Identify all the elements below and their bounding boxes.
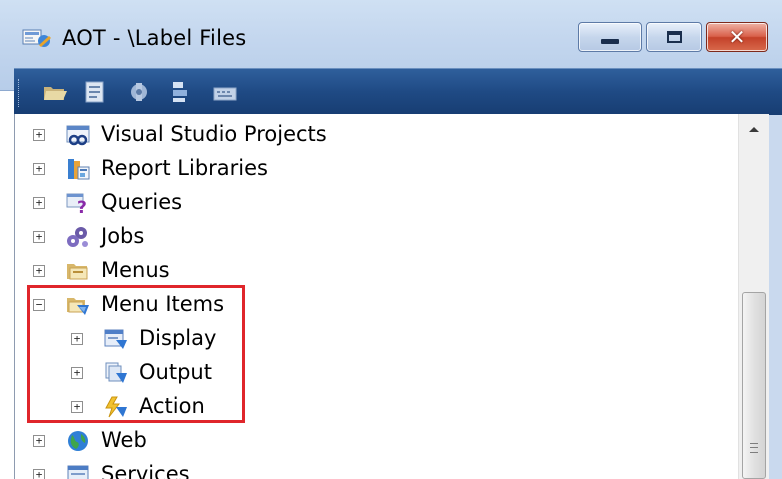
expand-toggle[interactable]: +: [33, 129, 45, 141]
tree-node-services[interactable]: + Services: [15, 458, 715, 479]
tree-node-jobs[interactable]: + Jobs: [15, 220, 715, 254]
vertical-scrollbar[interactable]: [738, 114, 769, 479]
minimize-button[interactable]: [578, 22, 642, 52]
expand-toggle[interactable]: +: [33, 231, 45, 243]
toolbar-grip[interactable]: [18, 79, 21, 107]
tree-node-report-libraries[interactable]: + Report Libraries: [15, 152, 715, 186]
aot-tree-view[interactable]: + Visual Studio Projects + Report Librar…: [14, 114, 739, 479]
window-title: AOT - \Label Files: [62, 26, 247, 50]
tree-node-label: Visual Studio Projects: [101, 122, 327, 146]
vs-projects-icon: [65, 123, 91, 147]
expand-toggle[interactable]: +: [33, 163, 45, 175]
close-button[interactable]: ✕: [706, 22, 768, 52]
window-frame-right: [768, 90, 782, 479]
scroll-thumb[interactable]: [742, 292, 766, 479]
jobs-icon: [65, 225, 91, 249]
tree-node-queries[interactable]: + ? Queries: [15, 186, 715, 220]
close-icon: ✕: [728, 25, 746, 49]
expand-toggle[interactable]: +: [33, 435, 45, 447]
aot-app-icon: [22, 26, 54, 50]
toolbar: [14, 68, 782, 115]
tree-node-menus[interactable]: + Menus: [15, 254, 715, 288]
tree-node-label: Report Libraries: [101, 156, 268, 180]
compile-icon[interactable]: [124, 77, 154, 107]
tree-node-label: Web: [101, 428, 147, 452]
menus-icon: [65, 259, 91, 283]
expand-toggle[interactable]: +: [33, 265, 45, 277]
import-icon[interactable]: [166, 77, 196, 107]
maximize-button[interactable]: [646, 22, 702, 52]
tree-node-label: Jobs: [101, 224, 145, 248]
tree-node-label: Services: [101, 462, 190, 479]
maximize-icon: [666, 31, 682, 43]
highlight-box: [27, 285, 245, 423]
services-icon: [65, 463, 91, 479]
expand-toggle[interactable]: +: [33, 197, 45, 209]
tree-node-label: Queries: [101, 190, 183, 214]
minimize-icon: [601, 38, 619, 44]
expand-toggle[interactable]: +: [33, 469, 45, 479]
tree-node-label: Menus: [101, 258, 170, 282]
tree-node-visual-studio-projects[interactable]: + Visual Studio Projects: [15, 118, 715, 152]
properties-icon[interactable]: [80, 77, 110, 107]
open-folder-icon[interactable]: [40, 77, 70, 107]
scroll-up-button[interactable]: [739, 114, 769, 144]
svg-text:?: ?: [77, 198, 87, 215]
web-globe-icon: [65, 429, 91, 453]
report-libraries-icon: [65, 157, 91, 181]
tree-node-web[interactable]: + Web: [15, 424, 715, 458]
keyboard-icon[interactable]: [210, 77, 240, 107]
thumb-grip-icon: [750, 443, 758, 453]
queries-icon: ?: [65, 191, 91, 218]
